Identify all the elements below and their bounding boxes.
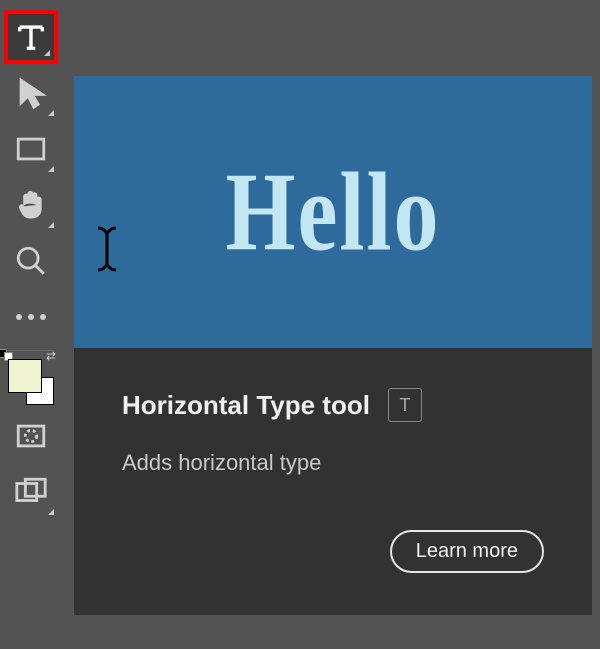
tool-tooltip-panel: Hello Horizontal Type tool T Adds horizo… xyxy=(74,76,592,615)
preview-sample-text: Hello xyxy=(226,148,441,277)
foreground-color-swatch[interactable] xyxy=(8,359,42,393)
type-tool[interactable] xyxy=(4,10,58,64)
quick-mask-tool[interactable] xyxy=(4,409,58,463)
tooltip-shortcut-key: T xyxy=(388,388,422,422)
magnifier-icon xyxy=(14,244,48,278)
more-tools[interactable] xyxy=(4,290,58,344)
zoom-tool[interactable] xyxy=(4,234,58,288)
tooltip-title: Horizontal Type tool xyxy=(122,390,370,421)
ellipsis-icon xyxy=(16,314,46,320)
text-cursor-icon xyxy=(92,224,122,274)
screen-mode-icon xyxy=(14,475,48,509)
hand-icon xyxy=(14,188,48,222)
tooltip-preview: Hello xyxy=(74,76,592,348)
tooltip-info: Horizontal Type tool T Adds horizontal t… xyxy=(74,348,592,615)
type-icon xyxy=(14,20,48,54)
path-selection-tool[interactable] xyxy=(4,66,58,120)
tooltip-description: Adds horizontal type xyxy=(122,450,544,476)
rectangle-icon xyxy=(14,132,48,166)
screen-mode-tool[interactable] xyxy=(4,465,58,519)
arrow-cursor-icon xyxy=(14,76,48,110)
swap-colors-icon[interactable]: ⇄ xyxy=(46,349,56,363)
color-swatches[interactable]: ⇄ xyxy=(8,359,54,405)
toolbar: ⇄ xyxy=(0,0,62,649)
rectangle-tool[interactable] xyxy=(4,122,58,176)
quick-mask-icon xyxy=(14,419,48,453)
learn-more-button[interactable]: Learn more xyxy=(390,530,544,573)
hand-tool[interactable] xyxy=(4,178,58,232)
